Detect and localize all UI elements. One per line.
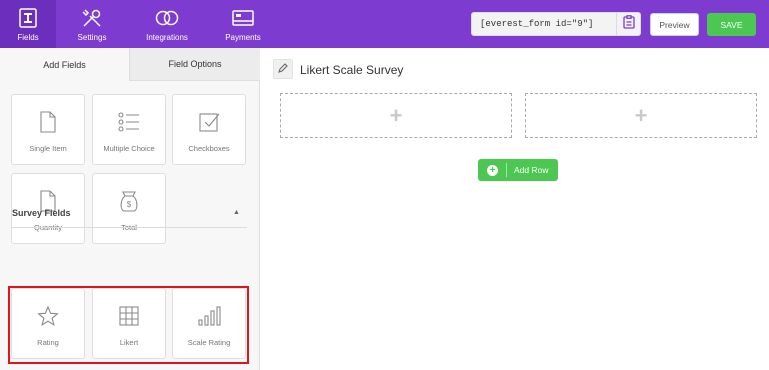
form-title: Likert Scale Survey bbox=[300, 63, 404, 77]
field-single-item[interactable]: Single Item bbox=[11, 94, 85, 165]
nav-settings-label: Settings bbox=[77, 33, 107, 42]
field-total[interactable]: $ Total bbox=[92, 173, 166, 244]
plus-icon: + bbox=[634, 102, 648, 128]
copy-shortcode-button[interactable] bbox=[617, 12, 641, 36]
preview-button[interactable]: Preview bbox=[650, 13, 699, 36]
survey-fields-heading[interactable]: Survey Fields bbox=[12, 208, 71, 218]
plus-circle-icon: + bbox=[487, 164, 498, 176]
add-row-button[interactable]: + Add Row bbox=[478, 159, 558, 181]
add-row-label: Add Row bbox=[514, 165, 549, 175]
clipboard-icon bbox=[622, 14, 635, 34]
document-icon bbox=[36, 110, 60, 134]
highlight-box bbox=[8, 286, 249, 364]
nav-integrations[interactable]: Integrations bbox=[140, 0, 194, 48]
nav-fields-label: Fields bbox=[17, 33, 39, 42]
button-separator bbox=[506, 163, 507, 177]
save-button[interactable]: SAVE bbox=[707, 13, 756, 36]
list-icon bbox=[117, 110, 141, 134]
nav-payments[interactable]: Payments bbox=[218, 0, 268, 48]
pencil-icon bbox=[278, 60, 288, 78]
nav-integrations-label: Integrations bbox=[146, 33, 188, 42]
tab-field-options[interactable]: Field Options bbox=[129, 48, 260, 81]
svg-text:$: $ bbox=[127, 200, 132, 209]
caret-up-icon[interactable]: ▲ bbox=[233, 209, 240, 216]
nav-settings[interactable]: Settings bbox=[66, 0, 118, 48]
divider bbox=[11, 227, 247, 228]
tab-add-fields[interactable]: Add Fields bbox=[0, 48, 129, 81]
drop-zone-right[interactable]: + bbox=[525, 93, 757, 138]
nav-payments-label: Payments bbox=[225, 33, 261, 42]
edit-title-button[interactable] bbox=[273, 59, 293, 79]
field-multiple-choice[interactable]: Multiple Choice bbox=[92, 94, 166, 165]
nav-fields[interactable]: Fields bbox=[0, 0, 56, 48]
field-label: Multiple Choice bbox=[103, 144, 155, 153]
settings-icon bbox=[79, 6, 105, 30]
field-label: Checkboxes bbox=[188, 144, 230, 153]
checkbox-icon bbox=[197, 110, 221, 134]
payments-icon bbox=[230, 6, 256, 30]
plus-icon: + bbox=[389, 102, 403, 128]
shortcode-field[interactable]: [everest_form id="9"] bbox=[471, 12, 617, 36]
field-checkboxes[interactable]: Checkboxes bbox=[172, 94, 246, 165]
top-toolbar: Fields Settings Integrations Payments [e… bbox=[0, 0, 769, 48]
field-label: Single Item bbox=[29, 144, 67, 153]
drop-zone-left[interactable]: + bbox=[280, 93, 512, 138]
fields-icon bbox=[15, 6, 41, 30]
money-bag-icon: $ bbox=[117, 189, 141, 213]
integrations-icon bbox=[154, 6, 180, 30]
